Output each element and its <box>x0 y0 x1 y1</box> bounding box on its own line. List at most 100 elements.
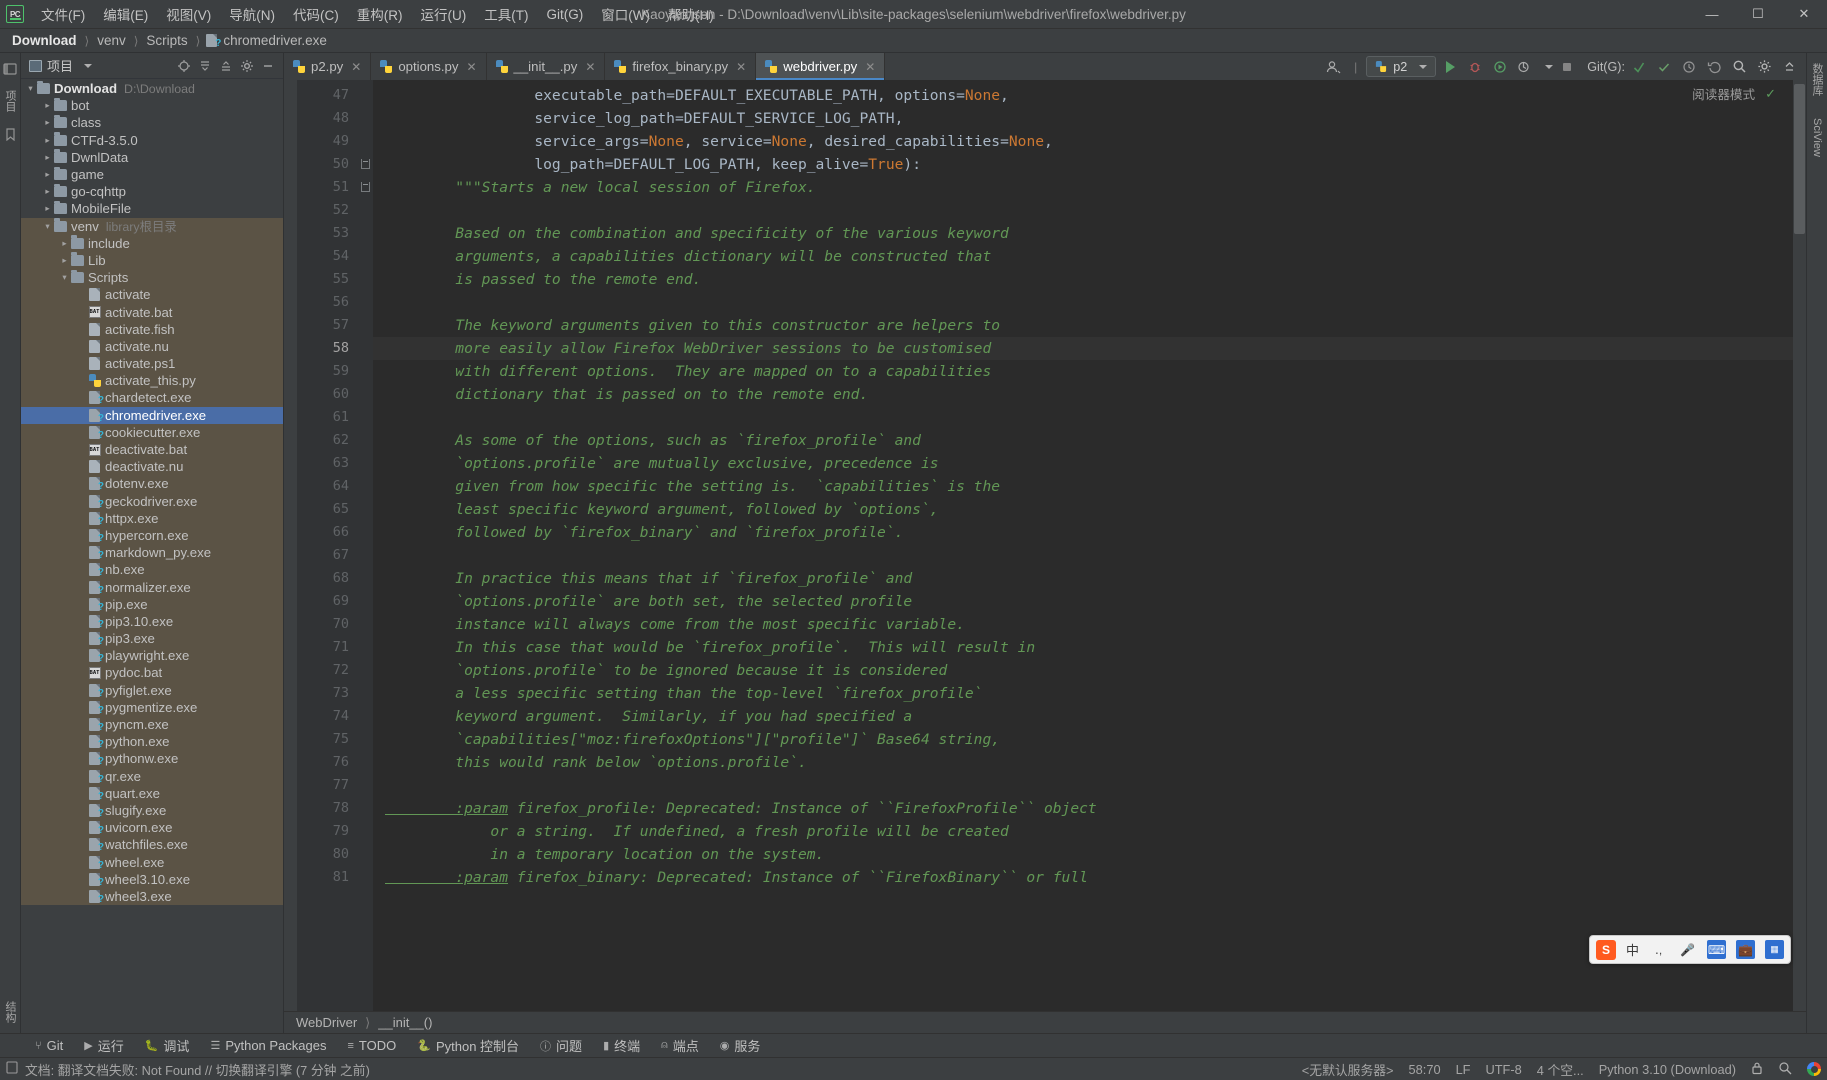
minimize-button[interactable]: — <box>1689 0 1735 29</box>
project-tree[interactable]: ▾ Download D:\Download ▸ bot ▸ class ▸ CTFd-3.5.… <box>21 79 283 1033</box>
user-settings-icon[interactable] <box>1323 56 1345 78</box>
code-line[interactable]: :param firefox_binary: Deprecated: Insta… <box>373 866 1793 889</box>
inspection-ok-icon[interactable]: ✓ <box>1765 86 1776 102</box>
menu-window[interactable]: 窗口(W) <box>592 0 659 28</box>
breadcrumb-item-venv[interactable]: venv <box>95 33 128 48</box>
code-line[interactable]: least specific keyword argument, followe… <box>373 498 1793 521</box>
right-rail-label-sciview[interactable]: SciView <box>1811 118 1823 157</box>
tree-file-row[interactable]: chromedriver.exe <box>21 406 283 424</box>
tree-folder-row[interactable]: ▸ bot <box>21 97 283 114</box>
toolwindow-python-console[interactable]: 🐍 Python 控制台 <box>408 1034 528 1057</box>
tree-file-row[interactable]: activate.ps1 <box>21 355 283 373</box>
code-content[interactable]: executable_path=DEFAULT_EXECUTABLE_PATH,… <box>373 80 1793 1011</box>
expand-window-icon[interactable] <box>1778 56 1800 78</box>
expand-icon[interactable] <box>216 56 235 75</box>
scrollbar-thumb[interactable] <box>1794 84 1805 234</box>
status-server[interactable]: <无默认服务器> <box>1302 1060 1394 1079</box>
close-tab-icon[interactable]: ✕ <box>585 60 595 74</box>
chevron-down-icon[interactable] <box>84 63 93 68</box>
git-history-icon[interactable] <box>1678 56 1700 78</box>
code-line[interactable] <box>373 544 1793 567</box>
code-line[interactable]: Based on the combination and specificity… <box>373 222 1793 245</box>
breadcrumb-item-scripts[interactable]: Scripts <box>144 33 189 48</box>
project-panel-title-group[interactable]: 项目 <box>25 56 93 75</box>
code-line[interactable]: is passed to the remote end. <box>373 268 1793 291</box>
lock-icon[interactable] <box>1751 1061 1763 1078</box>
toolwindow-todo[interactable]: ≡ TODO <box>339 1036 406 1055</box>
tree-file-row[interactable]: wheel3.exe <box>21 887 283 905</box>
menu-navigate[interactable]: 导航(N) <box>220 0 284 28</box>
chevron-right-icon[interactable]: ▸ <box>59 238 70 249</box>
chevron-right-icon[interactable]: ▸ <box>42 135 53 146</box>
reader-mode-indicator[interactable]: 阅读器模式 ✓ <box>1692 84 1776 103</box>
git-commit-icon[interactable] <box>1653 56 1675 78</box>
editor-breadcrumb-method[interactable]: __init__() <box>378 1015 432 1030</box>
git-update-icon[interactable] <box>1628 56 1650 78</box>
tree-file-row[interactable]: pythonw.exe <box>21 750 283 768</box>
code-editor[interactable]: 47 48 49 50 51 52 53 54 55 56 57 58 59 60 61 62 63 64 65 66… <box>284 80 1806 1011</box>
menu-file[interactable]: 文件(F) <box>32 0 94 28</box>
code-line[interactable]: arguments, a capabilities dictionary wil… <box>373 245 1793 268</box>
toolwindow-terminal[interactable]: ▮ 终端 <box>594 1034 649 1057</box>
tree-file-row[interactable]: cookiecutter.exe <box>21 423 283 441</box>
close-button[interactable]: ✕ <box>1781 0 1827 29</box>
tree-file-row[interactable]: BAT deactivate.bat <box>21 440 283 459</box>
menu-run[interactable]: 运行(U) <box>412 0 476 28</box>
inspections-icon[interactable] <box>1778 1061 1792 1078</box>
run-button[interactable] <box>1439 56 1461 78</box>
settings-gear-icon[interactable] <box>1753 56 1775 78</box>
code-line[interactable]: dictionary that is passed on to the remo… <box>373 383 1793 406</box>
right-rail-label-database[interactable]: 数据库 <box>1809 63 1825 96</box>
chevron-right-icon[interactable]: ▸ <box>42 152 53 163</box>
menu-edit[interactable]: 编辑(E) <box>94 0 157 28</box>
code-line[interactable]: instance will always come from the most … <box>373 613 1793 636</box>
code-line[interactable]: more easily allow Firefox WebDriver sess… <box>373 337 1793 360</box>
tree-file-row[interactable]: pyncm.exe <box>21 715 283 734</box>
ime-floating-toolbar[interactable]: S 中 ․, 🎤 ⌨ 💼 ▦ <box>1588 935 1791 964</box>
google-icon[interactable] <box>1807 1062 1821 1076</box>
search-everywhere-icon[interactable] <box>1728 56 1750 78</box>
project-tool-icon[interactable] <box>2 60 19 77</box>
chevron-right-icon[interactable]: ▸ <box>42 186 53 197</box>
tree-folder-row[interactable]: ▾ Download D:\Download <box>21 80 283 97</box>
tree-file-row[interactable]: geckodriver.exe <box>21 492 283 510</box>
stop-button[interactable] <box>1556 56 1578 78</box>
chevron-down-icon[interactable]: ▾ <box>42 221 53 232</box>
tab-p2-py[interactable]: p2.py ✕ <box>284 53 372 80</box>
code-line[interactable]: keyword argument. Similarly, if you had … <box>373 705 1793 728</box>
settings-gear-icon[interactable] <box>237 56 256 75</box>
tree-folder-row[interactable]: ▸ DwnlData <box>21 149 283 166</box>
editor-breadcrumb-class[interactable]: WebDriver <box>296 1015 357 1030</box>
code-line[interactable]: `options.profile` to be ignored because … <box>373 659 1793 682</box>
close-tab-icon[interactable]: ✕ <box>466 60 476 74</box>
tree-folder-row[interactable]: ▾ Scripts <box>21 269 283 287</box>
code-line[interactable]: `options.profile` are mutually exclusive… <box>373 452 1793 475</box>
bookmarks-icon[interactable] <box>2 126 19 143</box>
code-line[interactable]: a less specific setting than the top-lev… <box>373 682 1793 705</box>
code-line[interactable] <box>373 199 1793 222</box>
code-line[interactable]: `capabilities["moz:firefoxOptions"]["pro… <box>373 728 1793 751</box>
breadcrumb-item-download[interactable]: Download <box>10 33 79 48</box>
status-indent[interactable]: 4 个空... <box>1537 1060 1584 1079</box>
chevron-right-icon[interactable]: ▸ <box>42 117 53 128</box>
code-line[interactable]: executable_path=DEFAULT_EXECUTABLE_PATH,… <box>373 84 1793 107</box>
tree-folder-row[interactable]: ▸ game <box>21 166 283 183</box>
chevron-down-icon[interactable]: ▾ <box>59 272 70 283</box>
toolwindow-run[interactable]: ▶ 运行 <box>75 1034 132 1057</box>
tree-file-row[interactable]: activate_this.py <box>21 372 283 390</box>
tree-file-row[interactable]: quart.exe <box>21 784 283 802</box>
left-rail-label-project[interactable]: 项目 <box>2 90 18 112</box>
chevron-down-icon[interactable] <box>1419 64 1428 69</box>
code-line[interactable]: with different options. They are mapped … <box>373 360 1793 383</box>
locate-icon[interactable] <box>174 56 193 75</box>
status-line-separator[interactable]: LF <box>1456 1062 1471 1077</box>
menu-git[interactable]: Git(G) <box>538 3 593 26</box>
chevron-right-icon[interactable]: ▸ <box>42 203 53 214</box>
close-tab-icon[interactable]: ✕ <box>736 60 746 74</box>
coverage-run-button[interactable] <box>1489 56 1511 78</box>
menu-code[interactable]: 代码(C) <box>284 0 348 28</box>
code-folding-column[interactable] <box>359 80 373 1011</box>
tree-file-row[interactable]: dotenv.exe <box>21 475 283 493</box>
tab-options-py[interactable]: options.py ✕ <box>371 53 487 80</box>
code-line[interactable]: this would rank below `options.profile`. <box>373 751 1793 774</box>
